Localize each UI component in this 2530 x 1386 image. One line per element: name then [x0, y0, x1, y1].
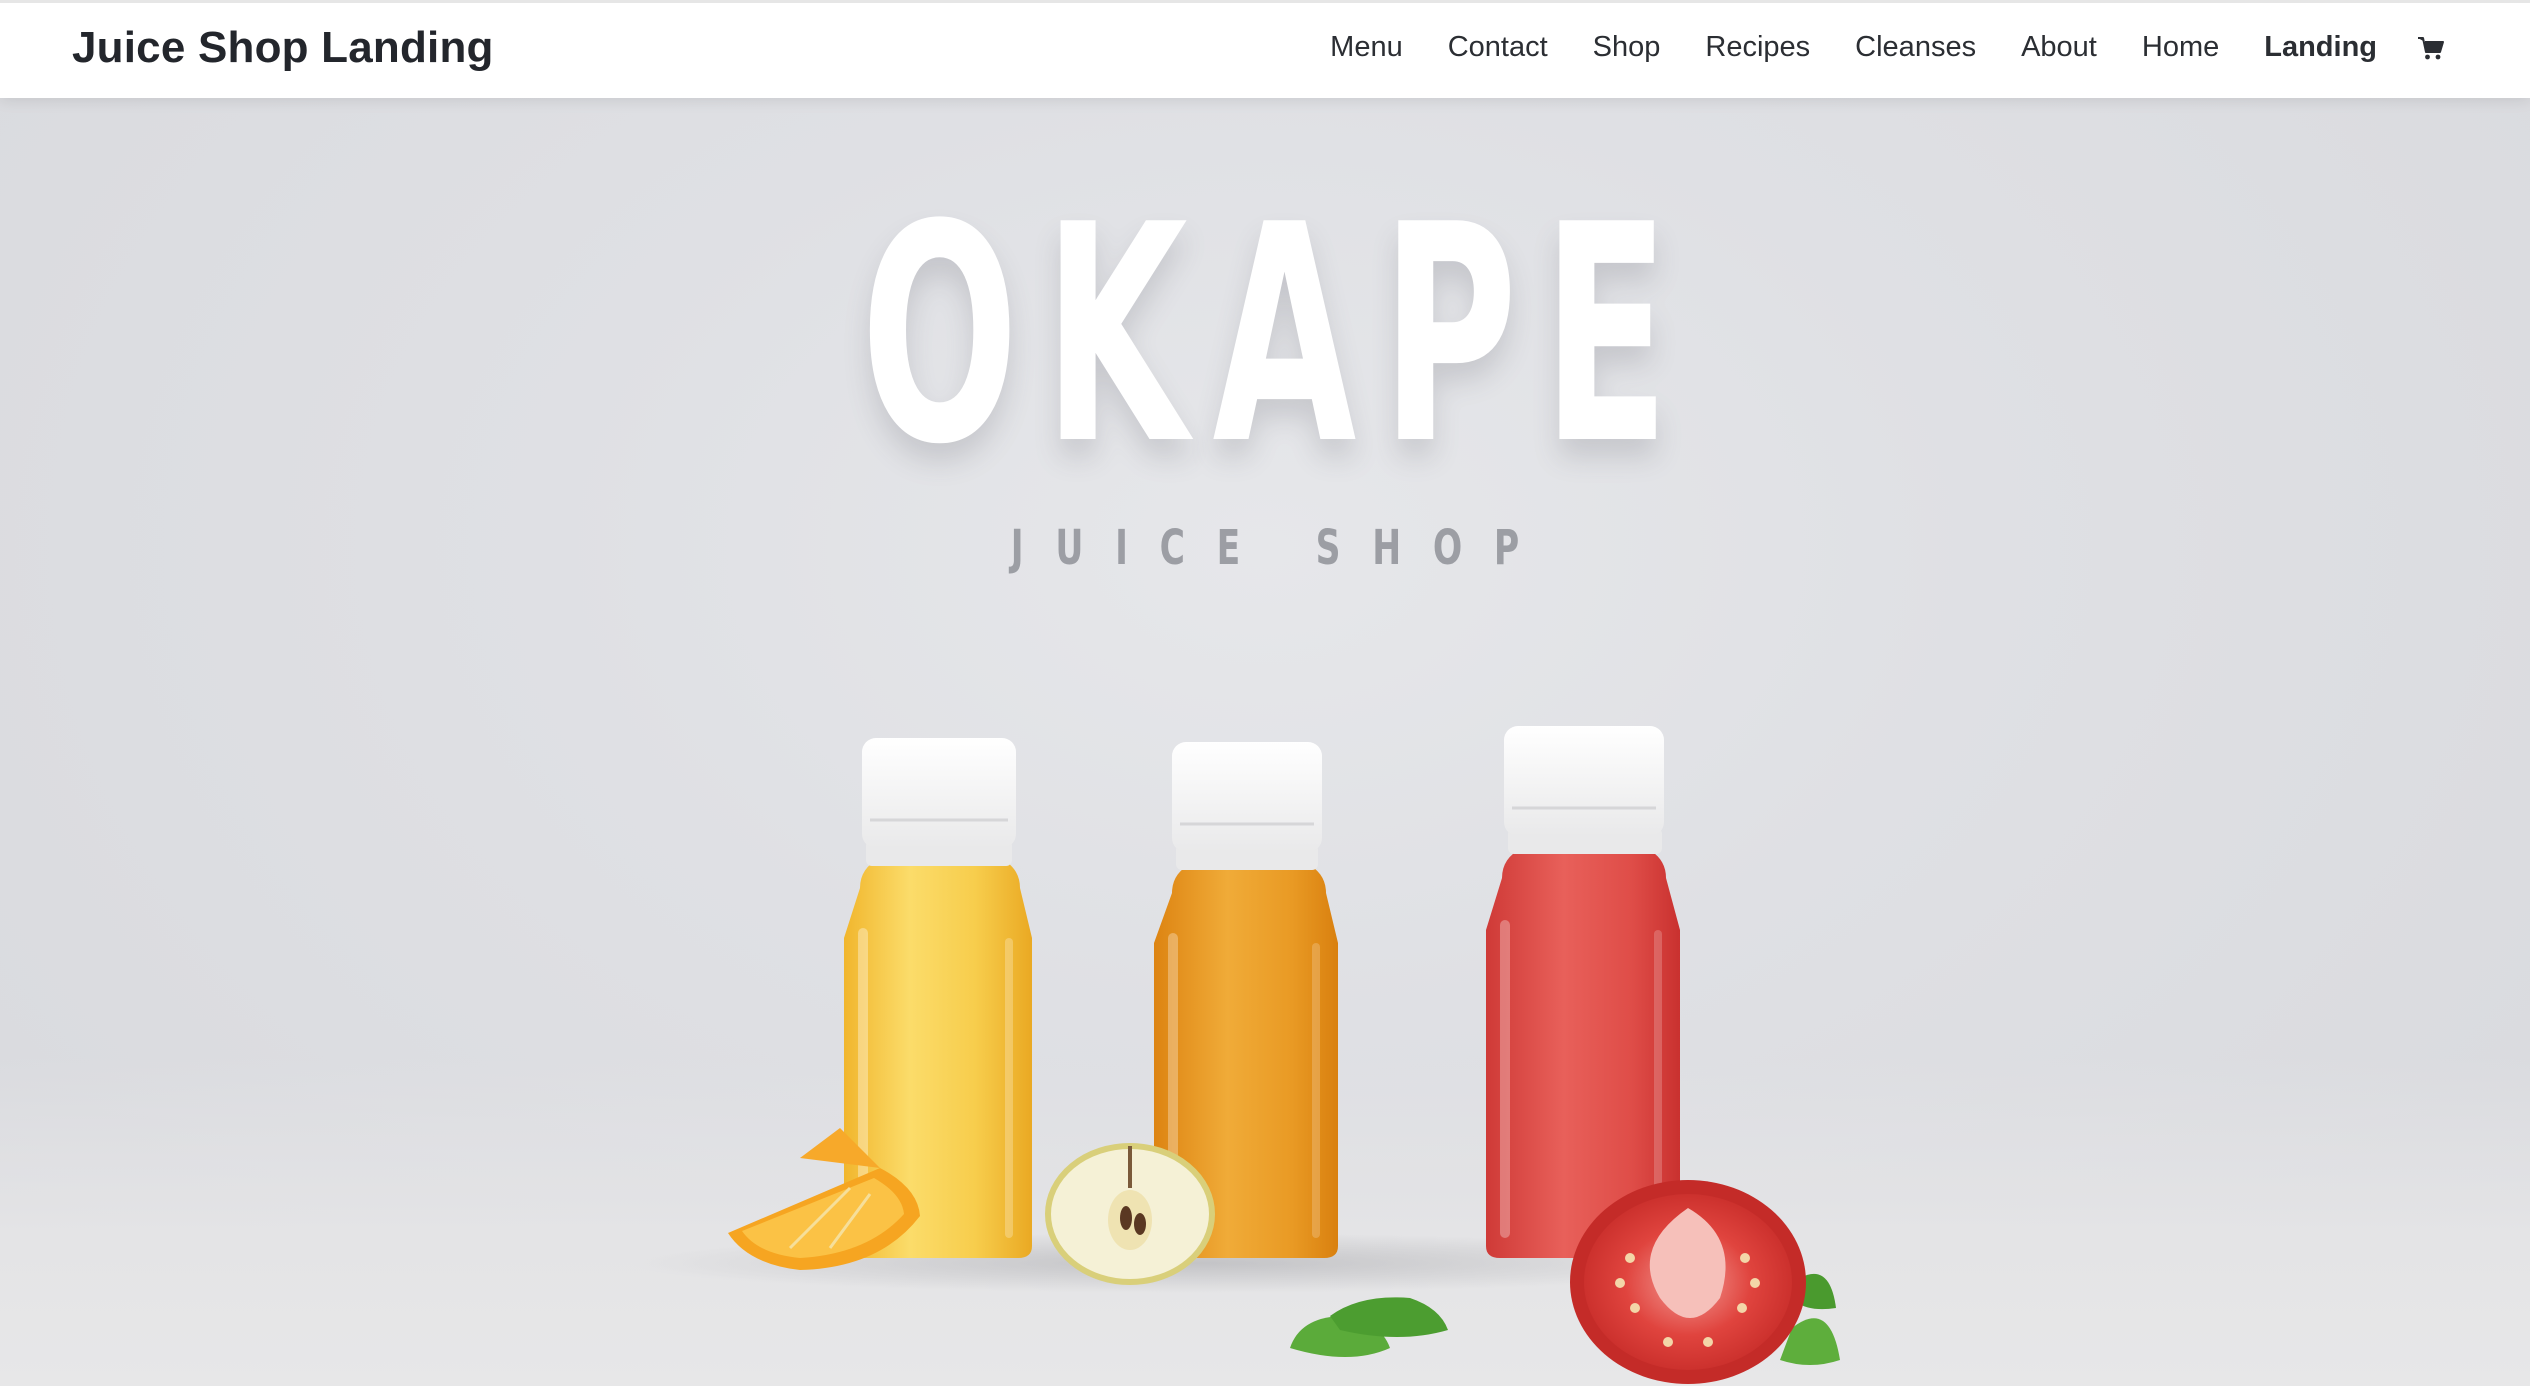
landing-page: Juice Shop Landing Menu Contact Shop Rec… [0, 0, 2530, 1386]
hero-section: OKAPE JUICE SHOP [0, 98, 2530, 1386]
nav-item-shop[interactable]: Shop [1593, 31, 1661, 64]
nav-item-cleanses[interactable]: Cleanses [1855, 31, 1976, 64]
tomato-juice-bottle [1486, 726, 1680, 1258]
nav-item-menu[interactable]: Menu [1330, 31, 1403, 64]
nav-item-home[interactable]: Home [2142, 31, 2219, 64]
site-header: Juice Shop Landing Menu Contact Shop Rec… [0, 0, 2530, 98]
juice-bottles-photo [630, 726, 1840, 1384]
site-title[interactable]: Juice Shop Landing [72, 23, 494, 73]
tomato-half [1570, 1180, 1806, 1384]
nav-item-about[interactable]: About [2021, 31, 2097, 64]
shopping-cart-icon[interactable] [2416, 33, 2446, 63]
nav-item-contact[interactable]: Contact [1448, 31, 1548, 64]
main-nav: Menu Contact Shop Recipes Cleanses About… [1330, 31, 2446, 64]
nav-item-recipes[interactable]: Recipes [1705, 31, 1810, 64]
nav-item-landing[interactable]: Landing [2264, 31, 2377, 64]
apple-half [1045, 1143, 1215, 1285]
